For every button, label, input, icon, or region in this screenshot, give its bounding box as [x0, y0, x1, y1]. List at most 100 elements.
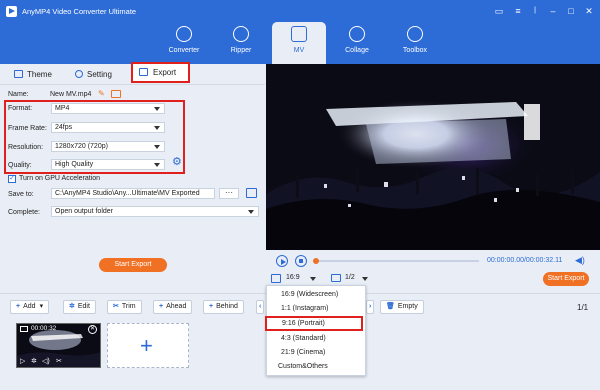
- tab-export[interactable]: Export: [131, 62, 190, 83]
- tab-theme[interactable]: Theme: [14, 68, 52, 82]
- framerate-value: 24fps: [55, 124, 73, 131]
- scissors-icon: ✂: [113, 303, 119, 310]
- clip-edit-icon[interactable]: ✲: [31, 357, 37, 365]
- clip-play-icon[interactable]: ▷: [20, 357, 25, 365]
- resolution-label: Resolution:: [8, 144, 44, 151]
- nav-ripper-label: Ripper: [230, 47, 252, 54]
- complete-value: Open output folder: [55, 208, 113, 215]
- stop-button[interactable]: [295, 255, 307, 267]
- move-right-button[interactable]: ›: [366, 300, 375, 314]
- clip-duration: 00:00:32: [31, 325, 57, 332]
- ripper-icon: [233, 26, 249, 42]
- trim-button[interactable]: ✂ Trim: [107, 300, 142, 314]
- clip-page-count: 1/1: [577, 303, 589, 312]
- clip-trim-icon[interactable]: ✂: [56, 357, 62, 365]
- nav-mv[interactable]: MV: [272, 22, 326, 64]
- complete-select[interactable]: Open output folder: [51, 206, 259, 217]
- aspect-select[interactable]: 16:9: [286, 274, 300, 281]
- close-icon[interactable]: ✕: [584, 6, 594, 16]
- volume-icon[interactable]: ◀): [575, 256, 585, 265]
- framerate-label: Frame Rate:: [8, 125, 47, 132]
- aspect-option-custom[interactable]: Custom&Others: [267, 360, 365, 374]
- quality-settings-gear-icon[interactable]: ⚙: [172, 157, 183, 168]
- clip-volume-icon[interactable]: ◁): [42, 357, 50, 365]
- edit-button[interactable]: ✲ Edit: [63, 300, 96, 314]
- ahead-button[interactable]: + Ahead: [153, 300, 193, 314]
- chevron-down-icon[interactable]: [310, 277, 316, 281]
- start-export-button[interactable]: Start Export: [99, 258, 167, 272]
- open-folder-icon[interactable]: [246, 188, 257, 198]
- quality-select[interactable]: High Quality: [51, 159, 165, 170]
- menu-icon[interactable]: ≡: [513, 6, 523, 16]
- framerate-select[interactable]: 24fps: [51, 122, 165, 133]
- filename-value: New MV.mp4: [50, 91, 92, 98]
- export-icon: [139, 68, 148, 76]
- edit-label: Edit: [77, 303, 90, 310]
- playback-time: 00:00:00.00/00:00:32.11: [487, 257, 563, 264]
- resolution-select[interactable]: 1280x720 (720p): [51, 141, 165, 152]
- app-title: AnyMP4 Video Converter Ultimate: [22, 7, 137, 16]
- chevron-down-icon: [154, 145, 160, 149]
- toolbox-icon: [407, 26, 423, 42]
- aspect-option-cinema[interactable]: 21:9 (Cinema): [267, 346, 365, 360]
- save-path-field[interactable]: C:\AnyMP4 Studio\Any...Ultimate\MV Expor…: [51, 188, 215, 199]
- converter-icon: [176, 26, 192, 42]
- tab-theme-label: Theme: [27, 70, 52, 79]
- clip-film-icon: [20, 326, 28, 332]
- ahead-label: Ahead: [166, 303, 187, 310]
- divider: [0, 84, 265, 85]
- name-label: Name:: [8, 91, 29, 98]
- collage-icon: [349, 26, 365, 42]
- minimize-icon[interactable]: –: [548, 6, 558, 16]
- aspect-option-instagram[interactable]: 1:1 (Instagram): [267, 302, 365, 316]
- chevron-down-icon[interactable]: [362, 277, 368, 281]
- format-label: Format:: [8, 105, 33, 112]
- feedback-icon[interactable]: ▭: [494, 6, 504, 16]
- aspect-option-standard[interactable]: 4:3 (Standard): [267, 332, 365, 346]
- video-preview: [266, 64, 600, 250]
- maximize-icon[interactable]: □: [566, 6, 576, 16]
- gpu-checkbox[interactable]: ✓: [8, 175, 16, 183]
- tab-setting[interactable]: Setting: [75, 68, 112, 82]
- behind-button[interactable]: + Behind: [203, 300, 244, 314]
- browse-button[interactable]: ···: [219, 188, 239, 199]
- gear-icon: [75, 70, 83, 78]
- player-start-export-button[interactable]: Start Export: [543, 272, 589, 286]
- empty-button[interactable]: 🗑 Empty: [380, 300, 424, 314]
- stop-icon: [299, 259, 303, 263]
- complete-label: Complete:: [8, 209, 40, 216]
- chevron-down-icon: [154, 126, 160, 130]
- remove-clip-icon[interactable]: ✕: [88, 325, 97, 334]
- add-clip-placeholder[interactable]: +: [107, 323, 189, 368]
- format-value: MP4: [55, 105, 70, 112]
- format-select[interactable]: MP4: [51, 103, 165, 114]
- progress-track[interactable]: [313, 260, 479, 262]
- nav-collage[interactable]: Collage: [330, 22, 384, 64]
- move-left-button[interactable]: ‹: [256, 300, 265, 314]
- nav-converter[interactable]: Converter: [157, 22, 211, 64]
- name-preset-icon[interactable]: [111, 90, 121, 98]
- chevron-right-icon: ›: [369, 303, 372, 310]
- tab-setting-label: Setting: [87, 70, 112, 79]
- saveto-label: Save to:: [8, 191, 34, 198]
- aspect-option-widescreen[interactable]: 16:9 (Widescreen): [267, 288, 365, 302]
- divider: |: [534, 7, 536, 14]
- aspect-option-portrait[interactable]: 9:16 (Portrait): [265, 316, 363, 331]
- add-button[interactable]: + Add ▾: [10, 300, 50, 314]
- aspect-ratio-icon: [271, 274, 281, 283]
- progress-handle[interactable]: [313, 258, 319, 264]
- nav-toolbox[interactable]: Toolbox: [388, 22, 442, 64]
- add-label: Add: [23, 303, 36, 310]
- edit-name-icon[interactable]: ✎: [98, 90, 107, 98]
- concert-scene-image: [266, 64, 600, 250]
- chevron-down-icon: [154, 107, 160, 111]
- behind-label: Behind: [216, 303, 238, 310]
- preview-page-value[interactable]: 1/2: [345, 274, 355, 281]
- edit-icon: ✲: [69, 303, 75, 310]
- theme-icon: [14, 70, 23, 78]
- nav-ripper[interactable]: Ripper: [214, 22, 268, 64]
- play-button[interactable]: [276, 255, 288, 267]
- play-icon: [281, 258, 286, 265]
- resolution-value: 1280x720 (720p): [55, 143, 108, 150]
- trim-label: Trim: [121, 303, 136, 310]
